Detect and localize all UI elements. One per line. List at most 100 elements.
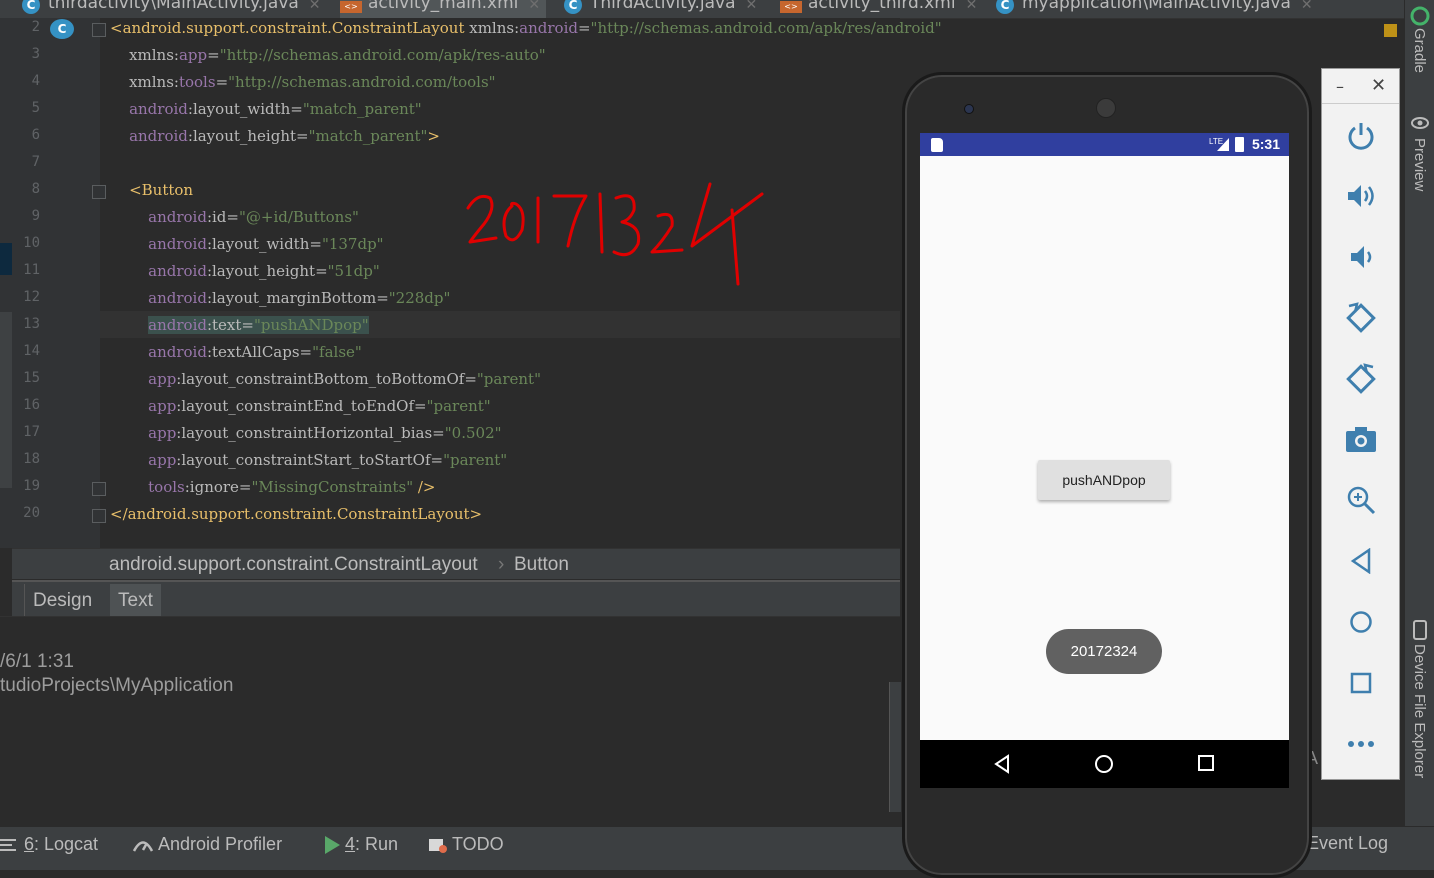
rotate-left-button[interactable] (1322, 294, 1399, 342)
vertical-scrollbar[interactable] (889, 682, 901, 812)
code-line: app:layout_constraintHorizontal_bias="0.… (110, 424, 501, 442)
code-token: xmlns: (110, 46, 179, 64)
overview-button[interactable] (1322, 659, 1399, 707)
line-number-gutter (0, 18, 100, 548)
code-line: <android.support.constraint.ConstraintLa… (110, 19, 942, 37)
screenshot-button[interactable] (1322, 415, 1399, 463)
emulator-screen[interactable]: LTE 5:31 pushANDpop 20172324 (920, 133, 1289, 788)
home-button[interactable] (1322, 598, 1399, 646)
zoom-button[interactable] (1322, 476, 1399, 524)
tab-design[interactable]: Design (24, 584, 100, 618)
code-token: :layout_height= (206, 262, 328, 280)
close-tab-icon[interactable]: ✕ (1301, 0, 1313, 13)
volume-up-button[interactable] (1322, 172, 1399, 220)
editor-tab[interactable]: <> activity_main.xml ✕ (340, 0, 547, 18)
close-tab-icon[interactable]: ✕ (966, 0, 978, 13)
code-token: :text= (206, 316, 254, 334)
volume-down-button[interactable] (1322, 233, 1399, 281)
minimize-button[interactable]: – (1336, 77, 1344, 96)
rotate-right-button[interactable] (1322, 355, 1399, 403)
close-tab-icon[interactable]: ✕ (746, 0, 758, 13)
nav-overview-icon[interactable] (1197, 754, 1215, 772)
code-line: app:layout_constraintEnd_toEndOf="parent… (110, 397, 491, 415)
code-line: android:layout_height="match_parent"> (110, 127, 440, 145)
code-line: xmlns:app="http://schemas.android.com/ap… (110, 46, 546, 64)
editor-tab[interactable]: Cthirdactivity\MainActivity.java ✕ (22, 0, 327, 18)
log-line: /6/1 1:31 (0, 651, 74, 672)
tool-android-profiler[interactable]: Android Profiler (132, 834, 282, 855)
code-token: android (110, 208, 207, 226)
editor-tab[interactable]: <> activity_third.xml ✕ (780, 0, 983, 18)
code-token: "51dp" (327, 262, 380, 280)
code-line: <Button (110, 181, 193, 199)
phone-speaker (1096, 98, 1116, 118)
line-number: 7 (31, 154, 40, 170)
tool-run[interactable]: 4: Run (323, 834, 398, 855)
code-line: app:layout_constraintStart_toStartOf="pa… (110, 451, 507, 469)
code-token: :layout_width= (187, 100, 303, 118)
emulator-control-panel: – ✕ (1321, 68, 1400, 780)
close-tab-icon[interactable]: ✕ (309, 0, 321, 13)
line-number: 9 (31, 208, 40, 224)
editor-tab[interactable]: C ThirdActivity.java ✕ (564, 0, 763, 18)
tab-text[interactable]: Text (110, 584, 161, 618)
close-tab-icon[interactable]: ✕ (528, 0, 540, 13)
tool-label: : Run (355, 834, 399, 854)
device-file-explorer-label[interactable]: Device File Explorer (1411, 644, 1428, 778)
nav-back-icon[interactable] (992, 754, 1012, 774)
xml-file-icon: <> (780, 1, 802, 13)
line-number: 13 (23, 316, 40, 332)
event-log-button[interactable]: Event Log (1307, 833, 1388, 854)
volume-down-icon (1350, 246, 1371, 268)
rotate-right-icon (1345, 363, 1376, 394)
preview-panel-label[interactable]: Preview (1411, 138, 1428, 191)
more-button[interactable] (1322, 720, 1399, 768)
tab-label: activity_third.xml (808, 0, 956, 13)
power-button[interactable] (1322, 111, 1399, 159)
code-line: android:id="@+id/Buttons" (110, 208, 359, 226)
warning-marker-icon[interactable] (1384, 24, 1397, 37)
todo-icon (429, 838, 447, 853)
back-icon (1350, 548, 1370, 574)
logcat-icon (0, 838, 16, 851)
code-token: "137dp" (321, 235, 384, 253)
line-number: 10 (23, 235, 40, 251)
right-tool-strip: Gradle Preview Device File Explorer (1404, 0, 1434, 826)
phone-front-camera (964, 104, 974, 114)
code-token: "pushANDpop" (253, 316, 369, 334)
code-line: app:layout_constraintBottom_toBottomOf="… (110, 370, 541, 388)
fold-marker-icon[interactable] (92, 482, 106, 496)
fold-marker-icon[interactable] (92, 23, 106, 37)
gradle-panel-label[interactable]: Gradle (1411, 28, 1428, 73)
breadcrumb-root[interactable]: android.support.constraint.ConstraintLay… (109, 554, 478, 576)
push-and-pop-button[interactable]: pushANDpop (1038, 460, 1170, 500)
back-button[interactable] (1322, 537, 1399, 585)
code-token: "false" (312, 343, 362, 361)
student-id-button[interactable]: 20172324 (1046, 629, 1162, 674)
breadcrumb: android.support.constraint.ConstraintLay… (12, 548, 900, 579)
code-token: android (519, 19, 578, 37)
code-token: :textAllCaps= (206, 343, 313, 361)
nav-home-icon[interactable] (1094, 754, 1114, 774)
line-number: 2 (31, 19, 40, 35)
run-icon (325, 835, 340, 854)
code-token: tools (178, 73, 216, 91)
code-token: "parent" (426, 397, 491, 415)
fold-marker-icon[interactable] (92, 185, 106, 199)
code-token: "match_parent" (308, 127, 428, 145)
class-gutter-icon[interactable]: C (50, 19, 74, 39)
close-button[interactable]: ✕ (1371, 75, 1386, 96)
breadcrumb-leaf[interactable]: Button (514, 554, 569, 576)
line-number: 6 (31, 127, 40, 143)
view-mode-tabs: Design Text (12, 580, 900, 618)
tool-todo[interactable]: TODO (428, 834, 504, 855)
code-token: android (148, 316, 207, 334)
code-token: </android.support.constraint.ConstraintL… (110, 505, 483, 523)
sd-card-icon (931, 138, 943, 152)
line-number: 11 (23, 262, 40, 278)
line-number: 18 (23, 451, 40, 467)
fold-marker-icon[interactable] (92, 509, 106, 523)
tool-logcat[interactable]: 6: Logcat (0, 834, 98, 855)
editor-tab[interactable]: Cmyapplication\MainActivity.java ✕ (996, 0, 1319, 18)
